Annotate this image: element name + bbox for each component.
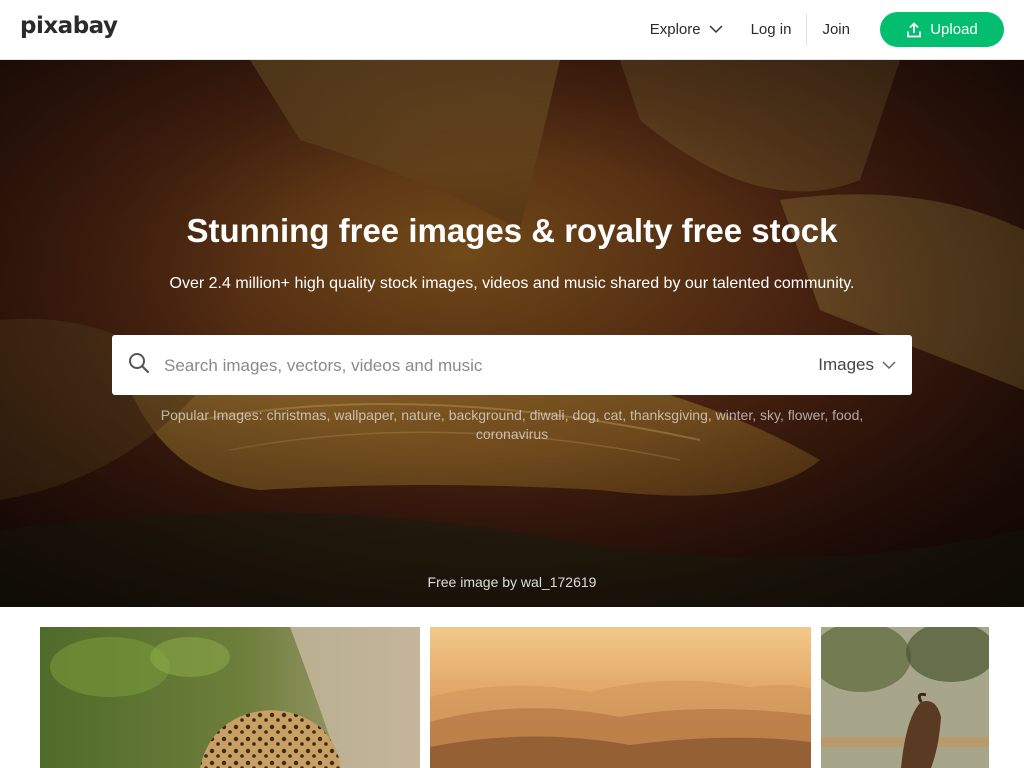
- upload-label: Upload: [930, 21, 978, 38]
- popular-tag-link[interactable]: background: [449, 407, 522, 423]
- popular-tag-link[interactable]: food: [832, 407, 859, 423]
- explore-menu[interactable]: Explore: [650, 12, 723, 47]
- popular-tag-link[interactable]: cat: [604, 407, 623, 423]
- search-bar: Images: [112, 335, 912, 395]
- popular-tag-link[interactable]: wallpaper: [334, 407, 393, 423]
- popular-tag-link[interactable]: nature: [401, 407, 441, 423]
- join-link[interactable]: Join: [807, 12, 850, 47]
- popular-tag-link[interactable]: winter: [716, 407, 753, 423]
- hero-background-image: [0, 60, 1024, 607]
- search-input[interactable]: [162, 349, 766, 383]
- popular-tags: Popular Images: christmas, wallpaper, na…: [130, 406, 894, 444]
- hero-title: Stunning free images & royalty free stoc…: [186, 212, 838, 249]
- upload-button[interactable]: Upload: [880, 12, 1004, 47]
- gallery-photo-leopard[interactable]: [40, 627, 420, 768]
- site-header: pixabay Explore Log in Join Upload: [0, 0, 1024, 60]
- popular-tag-list: christmas, wallpaper, nature, background…: [266, 407, 864, 442]
- popular-tag-link[interactable]: coronavirus: [476, 426, 548, 442]
- search-type-label: Images: [818, 355, 874, 374]
- search-type-select[interactable]: Images: [818, 335, 896, 395]
- popular-tag-link[interactable]: christmas: [267, 407, 327, 423]
- popular-tag-link[interactable]: dog: [572, 407, 595, 423]
- image-credit[interactable]: Free image by wal_172619: [0, 574, 1024, 590]
- login-link[interactable]: Log in: [751, 13, 808, 46]
- gallery-photo-mountains[interactable]: [430, 627, 811, 768]
- chevron-down-icon: [882, 360, 896, 369]
- upload-icon: [907, 21, 922, 37]
- popular-tag-link[interactable]: thanksgiving: [630, 407, 708, 423]
- hero-section: Stunning free images & royalty free stoc…: [0, 60, 1024, 607]
- horse-photo: [821, 627, 989, 768]
- popular-tag-link[interactable]: flower: [788, 407, 825, 423]
- top-nav: Explore Log in Join Upload: [650, 12, 1004, 47]
- explore-label: Explore: [649, 21, 701, 38]
- popular-tag-link[interactable]: sky: [760, 407, 780, 423]
- pixabay-logo[interactable]: pixabay: [20, 13, 118, 39]
- mountains-photo: [430, 627, 811, 768]
- hero-subtitle: Over 2.4 million+ high quality stock ima…: [169, 275, 855, 292]
- chevron-down-icon: [709, 25, 723, 34]
- popular-label: Popular Images:: [160, 407, 263, 423]
- image-gallery: [0, 607, 1024, 768]
- gallery-photo-horse[interactable]: [821, 627, 989, 768]
- leopard-photo: [40, 627, 420, 768]
- popular-tag-link[interactable]: diwali: [530, 407, 565, 423]
- search-icon[interactable]: [128, 352, 150, 374]
